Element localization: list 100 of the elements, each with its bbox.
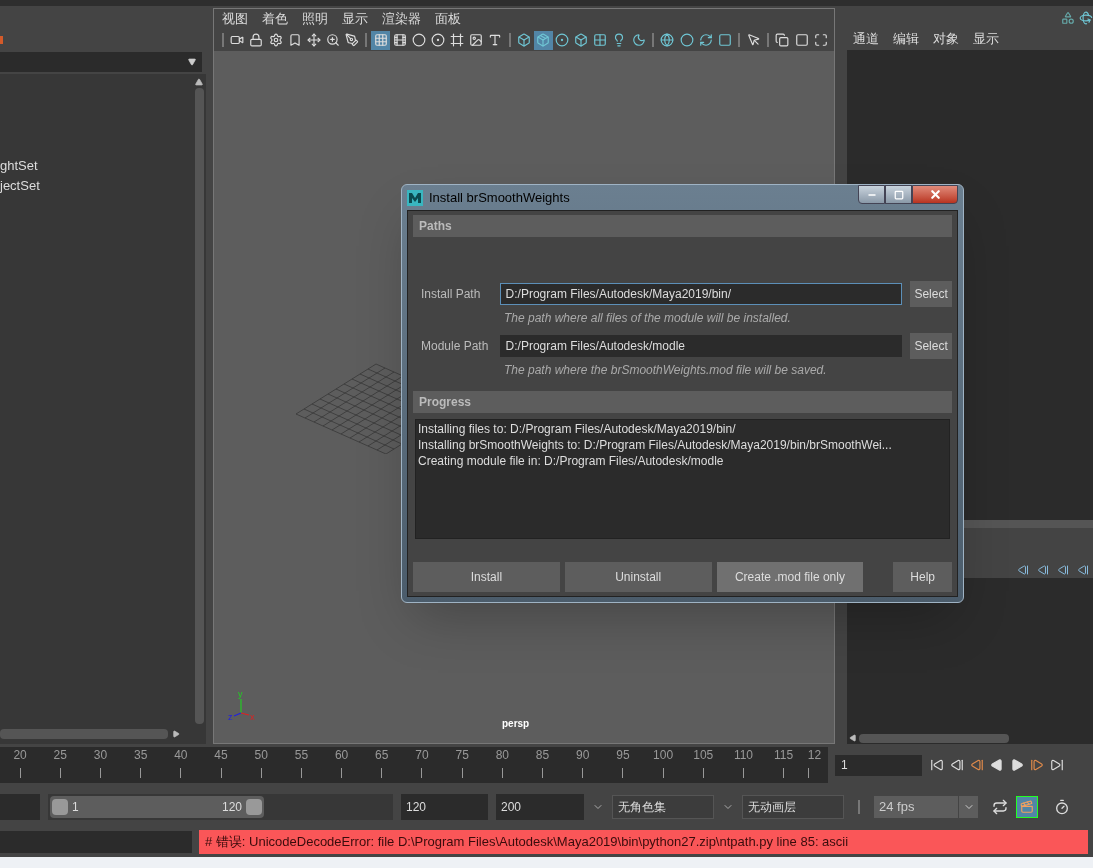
log-line: Installing brSmoothWeights to: D:/Program Files/Autodesk/Maya2019/bin/brSmoothWei...	[418, 437, 893, 453]
frame-number: 30	[93, 748, 108, 762]
frame-number: 35	[133, 748, 148, 762]
frame-number: 95	[616, 748, 630, 762]
step-forward-key-icon[interactable]	[1030, 758, 1044, 772]
path-hint: The path where all files of the module will be installed.	[504, 310, 792, 327]
scroll-right-icon[interactable]	[172, 730, 180, 738]
loop-icon[interactable]	[992, 799, 1008, 815]
frame-number: 40	[174, 748, 188, 762]
viewport-menu-item[interactable]: 面板	[435, 9, 461, 29]
frame-number: 75	[455, 748, 469, 762]
frame-number: 55	[294, 748, 309, 762]
time-ruler[interactable]: 20 25 30 35 40 45 50 55 60 65 70 75 80 85 90 95 100 105 110 115 12	[0, 747, 828, 783]
grid-icon[interactable]	[371, 30, 391, 50]
range-end-value: 120	[221, 799, 242, 816]
go-to-start-icon[interactable]	[930, 758, 944, 772]
minimize-button[interactable]	[858, 185, 885, 204]
range-end-handle[interactable]	[246, 799, 262, 815]
layer-arrow-icon[interactable]	[1057, 564, 1069, 576]
maximize-icon	[893, 189, 904, 200]
character-set-dropdown[interactable]: 无角色集	[612, 795, 714, 819]
horizontal-scrollbar[interactable]	[0, 729, 168, 739]
horizontal-scrollbar[interactable]	[859, 733, 1009, 743]
current-frame-field[interactable]: 1	[835, 754, 922, 776]
command-input-field[interactable]	[0, 831, 192, 853]
playback-settings-button[interactable]	[1016, 796, 1038, 818]
close-button[interactable]	[912, 185, 958, 204]
layer-arrow-icon[interactable]	[1077, 564, 1089, 576]
path-field[interactable]: D:/Program Files/Autodesk/Maya2019/bin/	[499, 283, 903, 305]
frame-number: 110	[733, 748, 754, 762]
camera-label: persp	[502, 717, 530, 731]
range-start-value: 1	[72, 799, 79, 816]
vertical-scrollbar[interactable]	[194, 88, 204, 724]
frame-number: 85	[535, 748, 550, 762]
channel-menu-item[interactable]: 对象	[933, 29, 959, 49]
path-field[interactable]: D:/Program Files/Autodesk/modle	[499, 335, 903, 357]
frame-number: 105	[693, 748, 714, 762]
range-slider-bar[interactable]: 1 120	[50, 796, 264, 818]
play-forward-icon[interactable]	[1010, 758, 1024, 772]
viewport-menu-item[interactable]: 渲染器	[382, 9, 421, 29]
error-message-bar: # 错误: UnicodeDecodeError: file D:\Program Files\Autodesk\Maya2019\bin\python27.zip\ntpath.py line 85: ascii	[199, 830, 1088, 854]
frame-number: 20	[13, 748, 27, 762]
channel-menu-item[interactable]: 通道	[853, 29, 879, 49]
frame-number: 115	[774, 748, 794, 762]
log-line: Creating module file in: D:/Program Files/Autodesk/modle	[418, 453, 725, 469]
timer-icon[interactable]	[1054, 799, 1070, 815]
log-line: Installing files to: D:/Program Files/Autodesk/Maya2019/bin/	[418, 421, 737, 437]
scroll-left-icon[interactable]	[849, 734, 857, 742]
step-back-key-icon[interactable]	[970, 758, 984, 772]
viewport-menu-item[interactable]: 视图	[222, 9, 248, 29]
frame-number: 100	[653, 748, 674, 762]
frame-number: 80	[495, 748, 509, 762]
outliner-item[interactable]: ghtSet	[0, 156, 192, 176]
path-label: Install Path	[420, 286, 482, 303]
shaded-cube-icon[interactable]	[533, 30, 553, 50]
range-start-handle[interactable]	[52, 799, 68, 815]
axis-label: z	[228, 713, 233, 722]
frame-number: 12	[807, 748, 822, 762]
frame-number: 45	[214, 748, 228, 762]
range-slider-track[interactable]: 1 120	[48, 794, 393, 820]
play-backward-icon[interactable]	[990, 758, 1004, 772]
viewport-menu-item[interactable]: 显示	[342, 9, 368, 29]
outliner-item[interactable]: jectSet	[0, 176, 192, 196]
channel-menu-item[interactable]: 编辑	[893, 29, 919, 49]
path-hint: The path where the brSmoothWeights.mod file will be saved.	[504, 362, 828, 379]
dialog-button[interactable]: Help	[893, 562, 952, 592]
rotate-icon[interactable]	[1079, 11, 1093, 25]
frame-number: 90	[576, 748, 590, 762]
frame-number: 70	[415, 748, 429, 762]
anim-layer-dropdown[interactable]: 无动画层	[742, 795, 844, 819]
end-frame-field[interactable]: 120	[401, 794, 488, 820]
path-label: Module Path	[420, 338, 490, 355]
layer-arrow-icon[interactable]	[1017, 564, 1029, 576]
maya-logo-icon	[407, 189, 423, 206]
fps-dropdown[interactable]: 24 fps	[874, 796, 978, 818]
maximize-button[interactable]	[885, 185, 912, 204]
viewport-menu-item[interactable]: 照明	[302, 9, 328, 29]
dialog-title: Install brSmoothWeights	[429, 188, 570, 207]
step-forward-icon[interactable]	[1050, 758, 1064, 772]
dialog-button[interactable]: Uninstall	[564, 562, 712, 592]
clapperboard-icon	[1020, 800, 1034, 814]
dropdown-caret-icon	[188, 58, 196, 66]
frame-number: 60	[334, 748, 349, 762]
dialog-button[interactable]: Create .mod file only	[716, 562, 864, 592]
max-frame-field[interactable]: 200	[496, 794, 584, 820]
axis-label: x	[250, 713, 255, 722]
axis-label: y	[238, 690, 243, 699]
scroll-up-icon[interactable]	[195, 78, 203, 86]
select-button[interactable]: Select	[910, 333, 952, 359]
close-icon	[928, 188, 942, 201]
layer-arrow-icon[interactable]	[1037, 564, 1049, 576]
frame-number: 65	[375, 748, 389, 762]
marker-icon	[0, 36, 3, 44]
start-frame-field[interactable]	[0, 794, 40, 820]
select-button[interactable]: Select	[910, 281, 952, 307]
viewport-menu-item[interactable]: 着色	[262, 9, 288, 29]
frame-number: 50	[254, 748, 268, 762]
dialog-button[interactable]: Install	[413, 562, 560, 592]
step-back-icon[interactable]	[950, 758, 964, 772]
channel-menu-item[interactable]: 显示	[973, 29, 999, 49]
